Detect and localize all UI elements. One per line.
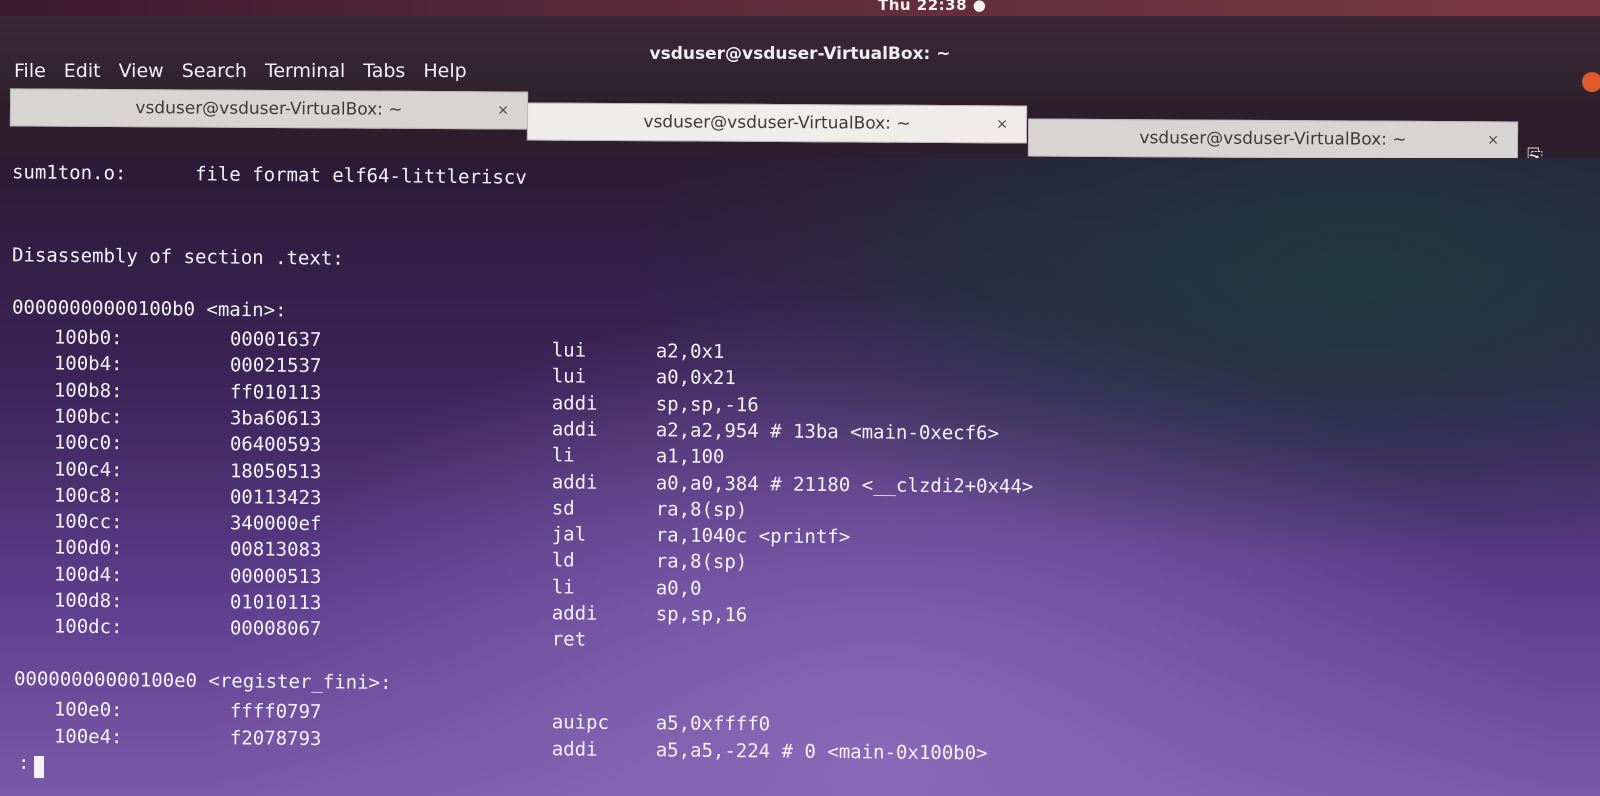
main-machine-code: 3ba60613 — [229, 407, 322, 430]
window-titlebar: vsduser@vsduser-VirtualBox: ~ File Edit … — [0, 16, 1600, 100]
section-heading: Disassembly of section .text: — [11, 244, 344, 270]
system-top-bar: Thu 22:38 ● — [0, 0, 1600, 16]
text-cursor — [34, 756, 44, 778]
main-address: 100b4: — [53, 352, 123, 376]
fini-machine-code: ffff0797 — [229, 700, 322, 724]
main-machine-code: 00001637 — [229, 328, 322, 352]
fini-address: 100e4: — [53, 725, 123, 748]
tab-3-close-icon[interactable]: × — [1487, 132, 1499, 148]
main-address: 100c0: — [53, 431, 123, 455]
main-machine-code: 06400593 — [229, 433, 322, 457]
main-address: 100d8: — [53, 589, 123, 613]
window-close-button[interactable] — [1582, 72, 1600, 92]
menu-view[interactable]: View — [117, 60, 166, 82]
menu-search[interactable]: Search — [180, 60, 249, 82]
main-address: 100dc: — [53, 615, 123, 639]
main-address: 100c4: — [53, 458, 123, 481]
menu-edit[interactable]: Edit — [62, 60, 103, 82]
main-address: 100b8: — [53, 379, 123, 402]
main-machine-code: 01010113 — [229, 591, 322, 615]
pager-prompt: : — [18, 752, 30, 774]
terminal-output[interactable]: sum1ton.o: file format elf64-littleriscv… — [0, 158, 1600, 796]
tab-1[interactable]: vsduser@vsduser-VirtualBox: ~ × — [9, 88, 529, 130]
main-symbol-label: 00000000000100b0 <main>: — [11, 296, 287, 322]
tab-2-label: vsduser@vsduser-VirtualBox: ~ — [643, 112, 911, 134]
fini-address: 100e0: — [53, 698, 123, 722]
fini-opcode: addi — [551, 737, 598, 761]
file-format-header: sum1ton.o: file format elf64-littleriscv — [11, 161, 527, 189]
menu-file[interactable]: File — [12, 60, 48, 82]
tab-1-label: vsduser@vsduser-VirtualBox: ~ — [135, 98, 403, 120]
main-machine-code: 340000ef — [229, 512, 322, 536]
tab-2-close-icon[interactable]: × — [996, 116, 1008, 132]
main-address: 100cc: — [53, 510, 123, 534]
main-address: 100bc: — [53, 405, 123, 429]
main-address: 100b0: — [53, 326, 123, 350]
clock[interactable]: Thu 22:38 ● — [878, 0, 986, 14]
main-address: 100d4: — [53, 563, 123, 586]
main-machine-code: 00113423 — [229, 486, 322, 509]
menu-terminal[interactable]: Terminal — [263, 60, 347, 82]
tab-1-close-icon[interactable]: × — [497, 102, 509, 118]
main-opcode: ret — [551, 628, 587, 651]
terminal-window: vsduser@vsduser-VirtualBox: ~ File Edit … — [0, 16, 1600, 796]
tab-3[interactable]: vsduser@vsduser-VirtualBox: ~ × — [1027, 118, 1519, 160]
fini-machine-code: f2078793 — [229, 726, 322, 750]
menu-bar: File Edit View Search Terminal Tabs Help — [12, 60, 469, 82]
main-machine-code: 00008067 — [229, 617, 322, 641]
main-machine-code: 18050513 — [229, 459, 322, 483]
tab-3-label: vsduser@vsduser-VirtualBox: ~ — [1139, 128, 1407, 150]
main-machine-code: 00000513 — [229, 564, 322, 588]
register-fini-label: 00000000000100e0 <register_fini>: — [13, 668, 392, 694]
main-address: 100d0: — [53, 536, 123, 560]
main-machine-code: 00813083 — [229, 538, 322, 562]
menu-help[interactable]: Help — [421, 60, 468, 82]
main-machine-code: ff010113 — [229, 380, 322, 404]
fini-operands: a5,a5,-224 # 0 <main-0x100b0> — [655, 738, 988, 764]
main-machine-code: 00021537 — [229, 354, 322, 378]
tab-2[interactable]: vsduser@vsduser-VirtualBox: ~ × — [526, 102, 1028, 144]
menu-tabs[interactable]: Tabs — [361, 60, 407, 82]
main-address: 100c8: — [53, 484, 123, 507]
